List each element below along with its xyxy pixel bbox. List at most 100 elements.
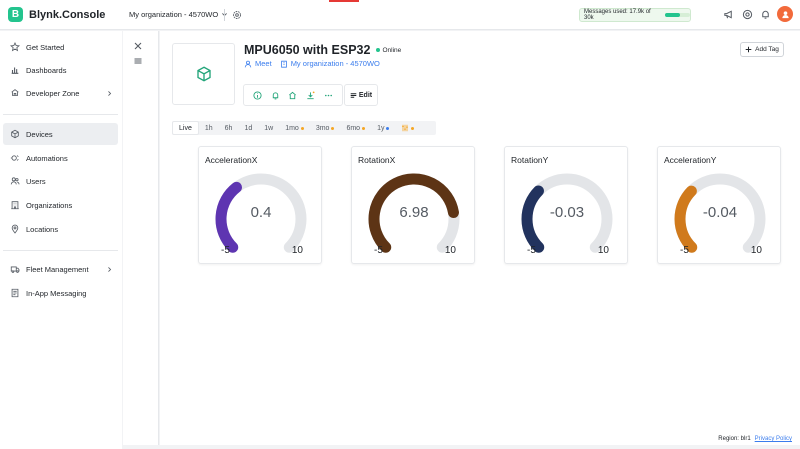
sidebar-item-developer-zone[interactable]: Developer Zone (3, 82, 118, 104)
building-icon (11, 201, 19, 210)
online-dot (376, 48, 381, 52)
top-bar: B Blynk.Console My organization - 4570WO… (0, 0, 800, 30)
sidebar-item-label: Developer Zone (26, 88, 80, 98)
notification-bell-icon[interactable] (271, 91, 280, 100)
device-image[interactable] (172, 43, 235, 105)
gauge-min: -5 (680, 245, 689, 256)
time-range-label: 1w (264, 124, 274, 132)
time-range-live[interactable]: Live (172, 121, 199, 135)
gear-icon[interactable] (232, 10, 242, 20)
time-range-1h[interactable]: 1h (199, 121, 219, 135)
gauge-min: -5 (221, 245, 230, 256)
sidebar-item-fleet-management[interactable]: Fleet Management (3, 258, 118, 280)
gauge-min: -5 (527, 245, 536, 256)
time-range-label: 1mo (285, 124, 299, 132)
messages-usage-label: Messages used: 17.9k of 30k (584, 9, 651, 21)
time-range-label: 1h (204, 124, 213, 132)
device-list-strip (123, 31, 159, 445)
privacy-policy-link[interactable]: Privacy Policy (755, 436, 792, 442)
sidebar-item-locations[interactable]: Locations (3, 218, 118, 240)
gauge-value: 0.4 (250, 204, 272, 221)
device-organization: My organization - 4570WO (290, 59, 380, 68)
premium-dot (386, 126, 390, 130)
sidebar-item-label: Automations (26, 153, 68, 163)
status-text: Online (382, 46, 402, 54)
gauge-widget-rotation-x[interactable]: RotationX 6.98 -5 10 (351, 146, 475, 264)
footer: Region: blr1 Privacy Policy (718, 436, 792, 442)
time-range-3mo[interactable]: 3mo (310, 121, 341, 135)
user-icon (781, 10, 789, 18)
time-range-label: Live (179, 124, 192, 132)
sidebar-item-get-started[interactable]: Get Started (3, 36, 118, 58)
device-organization-link[interactable]: My organization - 4570WO (280, 59, 380, 68)
sidebar-divider (3, 114, 118, 115)
building-icon (280, 60, 287, 68)
gauge-value: 6.98 (399, 204, 429, 221)
megaphone-icon[interactable] (723, 9, 734, 20)
sliders-icon (402, 124, 409, 132)
gauge-widget-rotation-y[interactable]: RotationY -0.03 -5 10 (504, 146, 628, 264)
time-range-6mo[interactable]: 6mo (340, 121, 371, 135)
add-tag-button[interactable]: Add Tag (740, 42, 784, 57)
notification-bell-icon[interactable] (760, 9, 771, 20)
time-range-label: 1d (244, 124, 253, 132)
edit-list-icon (350, 92, 357, 98)
sidebar: Get Started Dashboards Developer Zone De… (0, 31, 122, 449)
app-logo[interactable]: B Blynk.Console (8, 7, 105, 22)
time-range-label: 3mo (315, 124, 330, 132)
device-owner-link[interactable]: Meet (244, 59, 272, 68)
time-range-1d[interactable]: 1d (238, 121, 258, 135)
chevron-right-icon (108, 266, 112, 272)
time-range-custom[interactable] (395, 121, 420, 135)
time-range-6h[interactable]: 6h (219, 121, 239, 135)
gauge-min: -5 (374, 245, 383, 256)
gauge-max: 10 (291, 245, 303, 256)
app-name: Blynk.Console (29, 8, 106, 21)
truck-icon (10, 266, 20, 273)
info-icon[interactable] (253, 90, 262, 100)
sidebar-item-label: In-App Messaging (26, 288, 87, 298)
messages-usage-bar (665, 13, 690, 17)
help-icon[interactable] (742, 9, 753, 20)
sidebar-item-label: Organizations (26, 200, 73, 210)
sidebar-item-dashboards[interactable]: Dashboards (3, 59, 118, 81)
sidebar-item-label: Users (26, 176, 46, 186)
close-icon[interactable] (133, 41, 143, 51)
time-range-1w[interactable]: 1w (258, 121, 279, 135)
menu-icon[interactable] (133, 56, 143, 66)
bar-chart-icon (11, 67, 19, 74)
cube-icon (196, 66, 211, 82)
chevron-right-icon (108, 90, 112, 96)
organization-selector[interactable]: My organization - 4570WO (129, 10, 228, 19)
premium-dot (411, 126, 415, 130)
messages-usage-fill (665, 13, 681, 17)
plus-icon (745, 46, 752, 53)
time-range-label: 1y (377, 124, 385, 132)
premium-dot (331, 126, 335, 130)
sidebar-item-users[interactable]: Users (3, 170, 118, 192)
messages-usage-pill[interactable]: Messages used: 17.9k of 30k (579, 8, 691, 22)
more-icon[interactable] (324, 91, 333, 100)
time-range-label: 6mo (346, 124, 361, 132)
sidebar-item-label: Fleet Management (26, 264, 89, 274)
organization-name: My organization - 4570WO (129, 10, 219, 19)
time-range-1mo[interactable]: 1mo (279, 121, 310, 135)
edit-button[interactable]: Edit (344, 84, 378, 106)
device-owner: Meet (255, 59, 272, 68)
sidebar-divider (3, 250, 118, 251)
gauge-widget-acceleration-x[interactable]: AccelerationX 0.4 -5 10 (198, 146, 322, 264)
region-label: Region: blr1 (718, 436, 751, 442)
gauge-widget-acceleration-y[interactable]: AccelerationY -0.04 -5 10 (657, 146, 781, 264)
topbar-divider (224, 9, 225, 21)
sidebar-item-automations[interactable]: Automations (3, 147, 118, 169)
download-icon[interactable] (306, 90, 315, 100)
developer-icon[interactable] (288, 91, 297, 100)
sidebar-item-organizations[interactable]: Organizations (3, 194, 118, 216)
avatar[interactable] (777, 6, 793, 22)
sidebar-item-in-app-messaging[interactable]: In-App Messaging (3, 282, 118, 304)
time-range-1y[interactable]: 1y (371, 121, 395, 135)
device-main-panel: MPU6050 with ESP32 Online Meet My organi… (160, 31, 800, 445)
gauge-max: 10 (444, 245, 456, 256)
gauge-max: 10 (750, 245, 762, 256)
sidebar-item-devices[interactable]: Devices (3, 123, 118, 145)
